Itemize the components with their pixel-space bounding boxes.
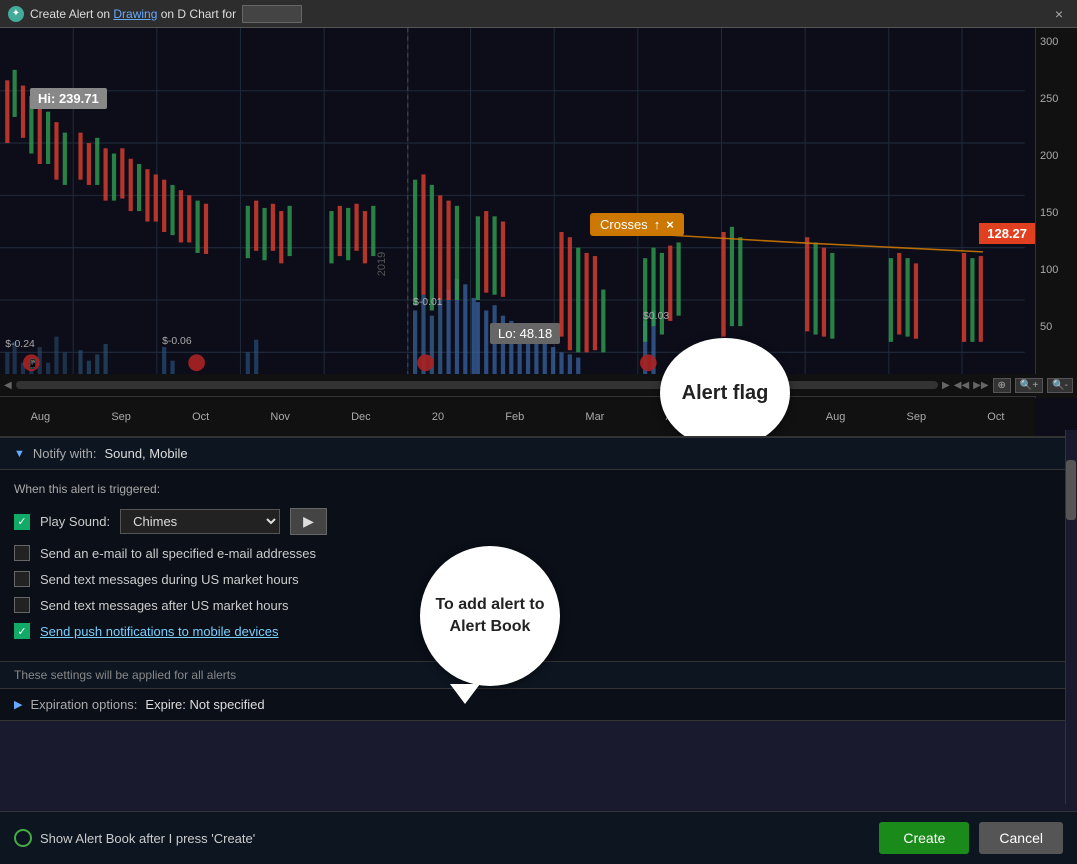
titlebar-left: ✦ Create Alert on Drawing on D Chart for [8, 5, 302, 23]
svg-text:$-0.06: $-0.06 [162, 336, 192, 347]
axis-labels: Aug Sep Oct Nov Dec 20 Feb Mar Apr May A… [0, 411, 1035, 423]
crosshair-button[interactable]: ⊕ [993, 378, 1011, 393]
alertbook-bubble-tail [450, 684, 480, 704]
expiration-value: Expire: Not specified [145, 697, 264, 712]
zoom-out-button[interactable]: 🔍- [1047, 378, 1073, 393]
axis-250: 250 [1040, 93, 1073, 105]
zoom-in-button[interactable]: 🔍+ [1015, 378, 1043, 393]
create-button[interactable]: Create [879, 822, 969, 854]
sms-label: Send text messages during US market hour… [40, 572, 299, 587]
sms-checkbox[interactable] [14, 571, 30, 587]
axis-mar: Mar [585, 411, 604, 423]
svg-text:$0.03: $0.03 [643, 311, 669, 322]
cancel-button[interactable]: Cancel [979, 822, 1063, 854]
email-checkbox[interactable] [14, 545, 30, 561]
sound-dropdown[interactable]: Chimes [120, 509, 280, 534]
app-icon: ✦ [8, 6, 24, 22]
show-alert-book-checkbox[interactable] [14, 829, 32, 847]
show-alert-book: Show Alert Book after I press 'Create' [14, 829, 255, 847]
scroll-left-arrow[interactable]: ◀ [4, 380, 12, 391]
sms-after-checkbox[interactable] [14, 597, 30, 613]
play-sound-label: Play Sound: [40, 514, 110, 529]
play-sound-checkbox[interactable] [14, 514, 30, 530]
bottom-buttons: Create Cancel [879, 822, 1063, 854]
form-scrollbar[interactable] [1065, 430, 1077, 804]
email-label: Send an e-mail to all specified e-mail a… [40, 546, 316, 561]
axis-sep1: Sep [111, 411, 131, 423]
play-sound-row: Play Sound: Chimes ▶ [14, 508, 1063, 535]
form-title: When this alert is triggered: [14, 482, 1063, 496]
crosses-up-icon: ↑ [654, 217, 661, 232]
svg-text:📱: 📱 [27, 358, 39, 370]
notify-value: Sound, Mobile [104, 446, 187, 461]
alert-flag-bubble: Alert flag [660, 338, 790, 438]
title-drawing-link[interactable]: Drawing [113, 7, 157, 21]
form-scrollbar-thumb[interactable] [1066, 460, 1076, 520]
axis-200: 200 [1040, 150, 1073, 162]
axis-300: 300 [1040, 36, 1073, 48]
scroll-right-arrow[interactable]: ▶ [942, 380, 950, 391]
axis-50: 50 [1040, 321, 1073, 333]
right-axis: 300 250 200 150 100 50 0 [1035, 28, 1077, 398]
scroll-skip-left[interactable]: ◀◀ [954, 380, 969, 391]
axis-dec: Dec [351, 411, 371, 423]
axis-150: 150 [1040, 207, 1073, 219]
alert-flag-annotation: Alert flag [660, 338, 790, 438]
axis-aug1: Aug [31, 411, 51, 423]
bottom-axis: Aug Sep Oct Nov Dec 20 Feb Mar Apr May A… [0, 396, 1035, 436]
scroll-skip-right[interactable]: ▶▶ [973, 380, 988, 391]
scroll-track[interactable] [16, 381, 938, 389]
push-checkbox[interactable] [14, 623, 30, 639]
chart-area: $-0.24 $-0.06 $-0.01 $0.03 📱 i Hi: 239.7… [0, 28, 1077, 438]
play-sound-button[interactable]: ▶ [290, 508, 327, 535]
titlebar: ✦ Create Alert on Drawing on D Chart for… [0, 0, 1077, 28]
notify-toggle[interactable]: ▼ [14, 448, 25, 460]
expiration-toggle[interactable]: ▶ [14, 698, 22, 711]
ticker-input[interactable] [242, 5, 302, 23]
push-label: Send push notifications to mobile device… [40, 624, 278, 639]
lo-price-label: Lo: 48.18 [490, 323, 560, 344]
axis-20: 20 [432, 411, 444, 423]
notify-section: ▼ Notify with: Sound, Mobile [0, 438, 1077, 470]
svg-text:$-0.01: $-0.01 [413, 297, 443, 308]
title-text: Create Alert on Drawing on D Chart for [30, 7, 236, 21]
hi-price-label: Hi: 239.71 [30, 88, 107, 109]
crosses-label: Crosses [600, 217, 648, 232]
axis-sep2: Sep [907, 411, 927, 423]
sms-after-label: Send text messages after US market hours [40, 598, 289, 613]
current-price-label: 128.27 [979, 223, 1035, 244]
axis-feb: Feb [505, 411, 524, 423]
axis-100: 100 [1040, 264, 1073, 276]
show-alert-book-label: Show Alert Book after I press 'Create' [40, 831, 255, 846]
alertbook-bubble: To add alert to Alert Book [420, 546, 560, 686]
alertbook-annotation: To add alert to Alert Book [420, 546, 560, 704]
axis-aug2: Aug [826, 411, 846, 423]
axis-oct: Oct [192, 411, 209, 423]
expiration-label: Expiration options: [30, 697, 137, 712]
chart-scrollbar[interactable]: ◀ ▶ ◀◀ ▶▶ ⊕ 🔍+ 🔍- [0, 374, 1077, 396]
bottom-bar: Show Alert Book after I press 'Create' C… [0, 811, 1077, 864]
year-label: 2019 [376, 252, 388, 276]
crosses-close-button[interactable]: × [666, 217, 674, 232]
axis-nov: Nov [270, 411, 290, 423]
svg-text:$-0.24: $-0.24 [5, 339, 35, 350]
axis-oct2: Oct [987, 411, 1004, 423]
crosses-badge: Crosses ↑ × [590, 213, 684, 236]
notify-label: Notify with: [33, 446, 97, 461]
close-button[interactable]: × [1049, 4, 1069, 24]
